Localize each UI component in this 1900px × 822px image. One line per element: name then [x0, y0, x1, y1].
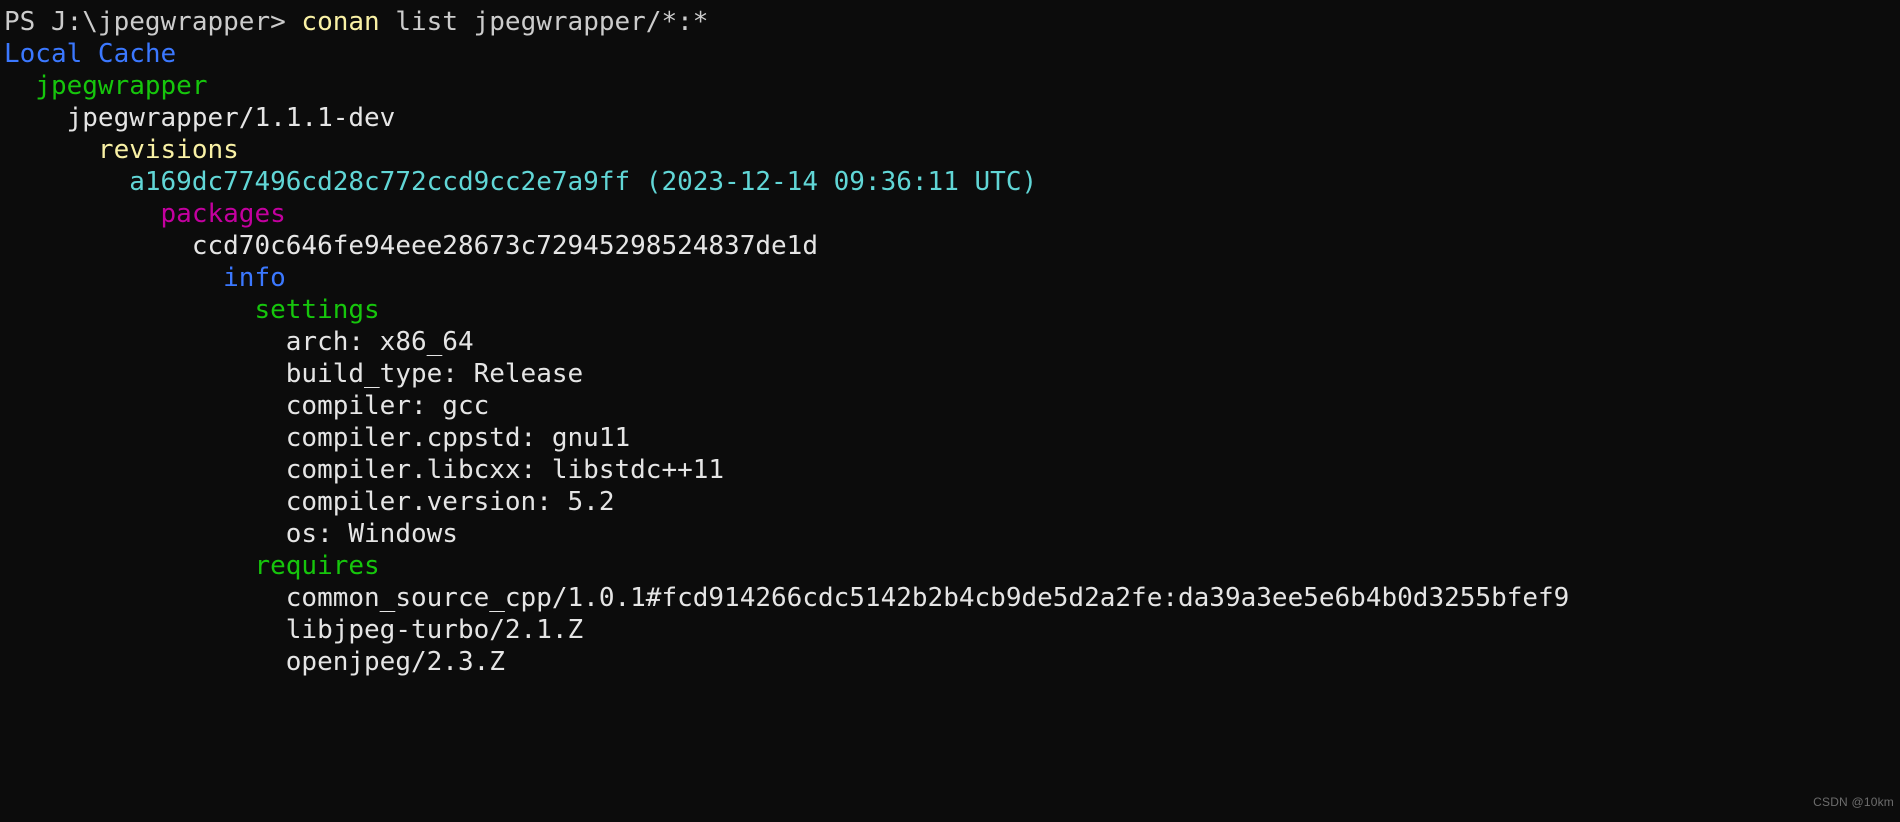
line-packages-header: packages [0, 198, 1900, 230]
line-require-libjpeg-turbo-seg-0: libjpeg-turbo/2.1.Z [4, 615, 584, 645]
line-require-openjpeg: openjpeg/2.3.Z [0, 646, 1900, 678]
line-settings-header: settings [0, 294, 1900, 326]
line-setting-compiler-version-seg-0: compiler.version: 5.2 [4, 487, 615, 517]
line-require-common-source-cpp: common_source_cpp/1.0.1#fcd914266cdc5142… [0, 582, 1900, 614]
line-recipe-name: jpegwrapper [0, 70, 1900, 102]
line-info-header: info [0, 262, 1900, 294]
line-setting-compiler-version: compiler.version: 5.2 [0, 486, 1900, 518]
line-package-id: ccd70c646fe94eee28673c72945298524837de1d [0, 230, 1900, 262]
line-setting-compiler-libcxx-seg-0: compiler.libcxx: libstdc++11 [4, 455, 725, 485]
line-setting-arch-seg-0: arch: x86_64 [4, 327, 474, 357]
line-recipe-version: jpegwrapper/1.1.1-dev [0, 102, 1900, 134]
line-requires-header: requires [0, 550, 1900, 582]
line-local-cache: Local Cache [0, 38, 1900, 70]
line-setting-compiler-cppstd-seg-0: compiler.cppstd: gnu11 [4, 423, 631, 453]
line-packages-header-seg-0: packages [4, 199, 286, 229]
watermark-label: CSDN @10km [1813, 795, 1894, 809]
line-require-libjpeg-turbo: libjpeg-turbo/2.1.Z [0, 614, 1900, 646]
terminal-output: PS J:\jpegwrapper> conan list jpegwrappe… [0, 0, 1900, 678]
line-local-cache-seg-0: Local Cache [4, 39, 177, 69]
line-setting-os-seg-0: os: Windows [4, 519, 458, 549]
line-recipe-version-seg-0: jpegwrapper/1.1.1-dev [4, 103, 396, 133]
line-setting-compiler-libcxx: compiler.libcxx: libstdc++11 [0, 454, 1900, 486]
line-package-id-seg-0: ccd70c646fe94eee28673c72945298524837de1d [4, 231, 818, 261]
line-setting-compiler: compiler: gcc [0, 390, 1900, 422]
line-prompt-command-seg-0: PS J:\jpegwrapper> [4, 7, 302, 37]
line-require-openjpeg-seg-0: openjpeg/2.3.Z [4, 647, 505, 677]
terminal-window[interactable]: PS J:\jpegwrapper> conan list jpegwrappe… [0, 0, 1900, 822]
line-prompt-command: PS J:\jpegwrapper> conan list jpegwrappe… [0, 6, 1900, 38]
line-revisions-header: revisions [0, 134, 1900, 166]
line-setting-compiler-seg-0: compiler: gcc [4, 391, 490, 421]
line-setting-compiler-cppstd: compiler.cppstd: gnu11 [0, 422, 1900, 454]
line-prompt-command-seg-2: list jpegwrapper/*:* [379, 7, 709, 37]
line-revisions-header-seg-0: revisions [4, 135, 239, 165]
line-setting-build-type: build_type: Release [0, 358, 1900, 390]
line-prompt-command-seg-1: conan [301, 7, 380, 37]
line-settings-header-seg-0: settings [4, 295, 380, 325]
line-setting-os: os: Windows [0, 518, 1900, 550]
line-setting-arch: arch: x86_64 [0, 326, 1900, 358]
line-require-common-source-cpp-seg-0: common_source_cpp/1.0.1#fcd914266cdc5142… [4, 583, 1570, 613]
line-recipe-revision-seg-0: a169dc77496cd28c772ccd9cc2e7a9ff (2023-1… [4, 167, 1038, 197]
line-setting-build-type-seg-0: build_type: Release [4, 359, 584, 389]
line-requires-header-seg-0: requires [4, 551, 380, 581]
line-recipe-name-seg-0: jpegwrapper [4, 71, 208, 101]
line-recipe-revision: a169dc77496cd28c772ccd9cc2e7a9ff (2023-1… [0, 166, 1900, 198]
line-info-header-seg-0: info [4, 263, 286, 293]
